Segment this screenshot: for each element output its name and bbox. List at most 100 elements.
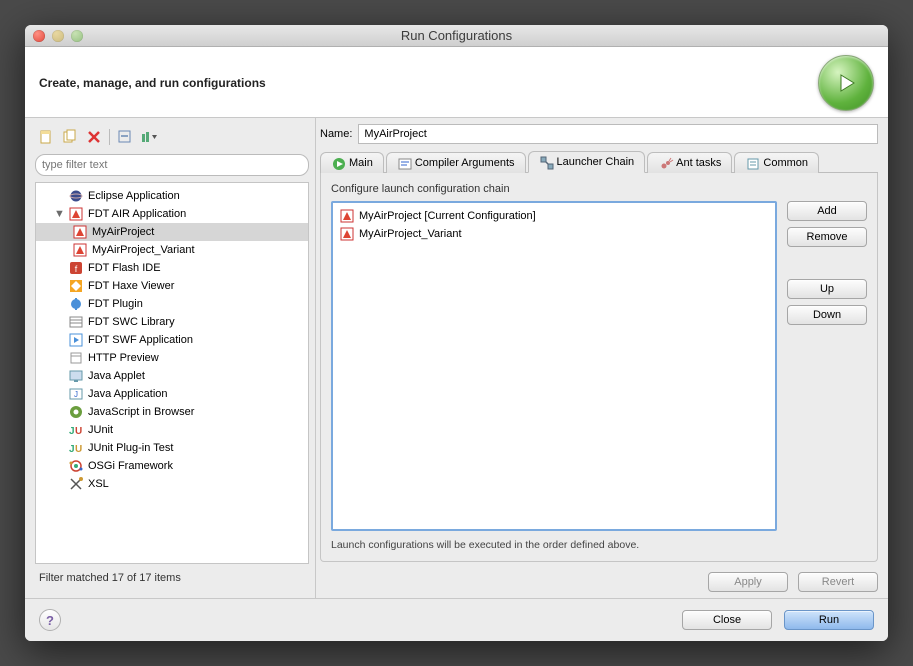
config-editor-panel: Name: Main Compiler Arguments Launcher Cha…	[315, 118, 888, 598]
tree-item-label: FDT Flash IDE	[88, 262, 161, 274]
tree-item-label: FDT Haxe Viewer	[88, 280, 174, 292]
tree-item-label: HTTP Preview	[88, 352, 159, 364]
junit-plugin-icon: JU	[68, 440, 84, 456]
configurations-panel: Eclipse Application ▼ FDT AIR Application M…	[25, 118, 315, 598]
delete-config-icon[interactable]	[85, 128, 103, 146]
junit-icon: JU	[68, 422, 84, 438]
tree-item[interactable]: Java Applet	[36, 367, 308, 385]
close-button[interactable]: Close	[682, 610, 772, 630]
green-circle-icon	[331, 156, 345, 170]
air-icon	[68, 206, 84, 222]
tree-item[interactable]: FDT Plugin	[36, 295, 308, 313]
osgi-icon	[68, 458, 84, 474]
svg-text:U: U	[75, 426, 82, 437]
args-icon	[397, 156, 411, 170]
js-icon	[68, 404, 84, 420]
new-config-icon[interactable]	[37, 128, 55, 146]
tab-launcher-chain[interactable]: Launcher Chain	[528, 151, 646, 173]
run-hero-icon	[818, 55, 874, 111]
tree-item-label: JUnit Plug-in Test	[88, 442, 173, 454]
group-title: Configure launch configuration chain	[331, 183, 867, 195]
tree-item-label: FDT SWC Library	[88, 316, 175, 328]
name-input[interactable]	[358, 124, 878, 144]
tree-item-label: OSGi Framework	[88, 460, 173, 472]
down-button[interactable]: Down	[787, 305, 867, 325]
tree-item-label: Eclipse Application	[88, 190, 180, 202]
tree-item-label: FDT Plugin	[88, 298, 143, 310]
revert-button[interactable]: Revert	[798, 572, 878, 592]
tree-item[interactable]: FDT SWF Application	[36, 331, 308, 349]
tree-item[interactable]: Eclipse Application	[36, 187, 308, 205]
name-label: Name:	[320, 128, 352, 140]
tree-item[interactable]: OSGi Framework	[36, 457, 308, 475]
tab-main[interactable]: Main	[320, 152, 384, 173]
remove-button[interactable]: Remove	[787, 227, 867, 247]
tree-item-label: Java Applet	[88, 370, 145, 382]
tab-compiler-arguments[interactable]: Compiler Arguments	[386, 152, 526, 173]
tree-item[interactable]: JU JUnit	[36, 421, 308, 439]
flash-icon: f	[68, 260, 84, 276]
chain-list[interactable]: MyAirProject [Current Configuration] MyAi…	[331, 201, 777, 531]
chain-icon	[539, 155, 553, 169]
titlebar: Run Configurations	[25, 25, 888, 47]
duplicate-config-icon[interactable]	[61, 128, 79, 146]
header-text: Create, manage, and run configurations	[39, 76, 266, 90]
tree-item[interactable]: JavaScript in Browser	[36, 403, 308, 421]
tab-label: Compiler Arguments	[415, 157, 515, 169]
tab-label: Main	[349, 157, 373, 169]
tree-item-label: XSL	[88, 478, 109, 490]
config-tree[interactable]: Eclipse Application ▼ FDT AIR Application M…	[35, 182, 309, 564]
tree-item-label: MyAirProject	[92, 226, 154, 238]
dialog-footer: ? Close Run	[25, 598, 888, 641]
run-configurations-dialog: Run Configurations Create, manage, and r…	[25, 25, 888, 641]
tree-item[interactable]: f FDT Flash IDE	[36, 259, 308, 277]
air-icon	[339, 208, 355, 224]
xsl-icon	[68, 476, 84, 492]
eclipse-icon	[68, 188, 84, 204]
disclosure-icon[interactable]: ▼	[54, 208, 64, 220]
tab-common[interactable]: Common	[734, 152, 819, 173]
tab-label: Launcher Chain	[557, 156, 635, 168]
ant-icon	[658, 156, 672, 170]
tree-item[interactable]: HTTP Preview	[36, 349, 308, 367]
air-icon	[72, 224, 88, 240]
collapse-all-icon[interactable]	[116, 128, 134, 146]
tree-item-label: Java Application	[88, 388, 168, 400]
tree-item[interactable]: FDT Haxe Viewer	[36, 277, 308, 295]
tree-item-label: JavaScript in Browser	[88, 406, 194, 418]
apply-button[interactable]: Apply	[708, 572, 788, 592]
chain-item[interactable]: MyAirProject [Current Configuration]	[333, 207, 775, 225]
plugin-icon	[68, 296, 84, 312]
tab-label: Ant tasks	[676, 157, 721, 169]
tree-item[interactable]: XSL	[36, 475, 308, 493]
tab-label: Common	[763, 157, 808, 169]
up-button[interactable]: Up	[787, 279, 867, 299]
tree-item[interactable]: JU JUnit Plug-in Test	[36, 439, 308, 457]
svg-text:J: J	[69, 426, 75, 437]
add-button[interactable]: Add	[787, 201, 867, 221]
tree-item[interactable]: JJava Application	[36, 385, 308, 403]
run-button[interactable]: Run	[784, 610, 874, 630]
common-icon	[745, 156, 759, 170]
tree-item[interactable]: MyAirProject_Variant	[36, 241, 308, 259]
tree-item-label: MyAirProject_Variant	[92, 244, 195, 256]
tree-item[interactable]: FDT SWC Library	[36, 313, 308, 331]
tree-item[interactable]: MyAirProject	[36, 223, 308, 241]
launcher-chain-group: Configure launch configuration chain MyA…	[320, 173, 878, 562]
swc-icon	[68, 314, 84, 330]
chain-item-label: MyAirProject [Current Configuration]	[359, 210, 536, 222]
config-toolbar	[35, 124, 309, 150]
air-icon	[339, 226, 355, 242]
filter-menu-icon[interactable]	[140, 128, 158, 146]
tree-item[interactable]: ▼ FDT AIR Application	[36, 205, 308, 223]
editor-tabs: Main Compiler Arguments Launcher Chain Ant …	[320, 150, 878, 173]
tree-item-label: FDT AIR Application	[88, 208, 186, 220]
filter-input[interactable]	[35, 154, 309, 176]
tree-item-label: JUnit	[88, 424, 113, 436]
help-button[interactable]: ?	[39, 609, 61, 631]
tree-item-label: FDT SWF Application	[88, 334, 193, 346]
applet-icon	[68, 368, 84, 384]
chain-item[interactable]: MyAirProject_Variant	[333, 225, 775, 243]
http-icon	[68, 350, 84, 366]
tab-ant-tasks[interactable]: Ant tasks	[647, 152, 732, 173]
